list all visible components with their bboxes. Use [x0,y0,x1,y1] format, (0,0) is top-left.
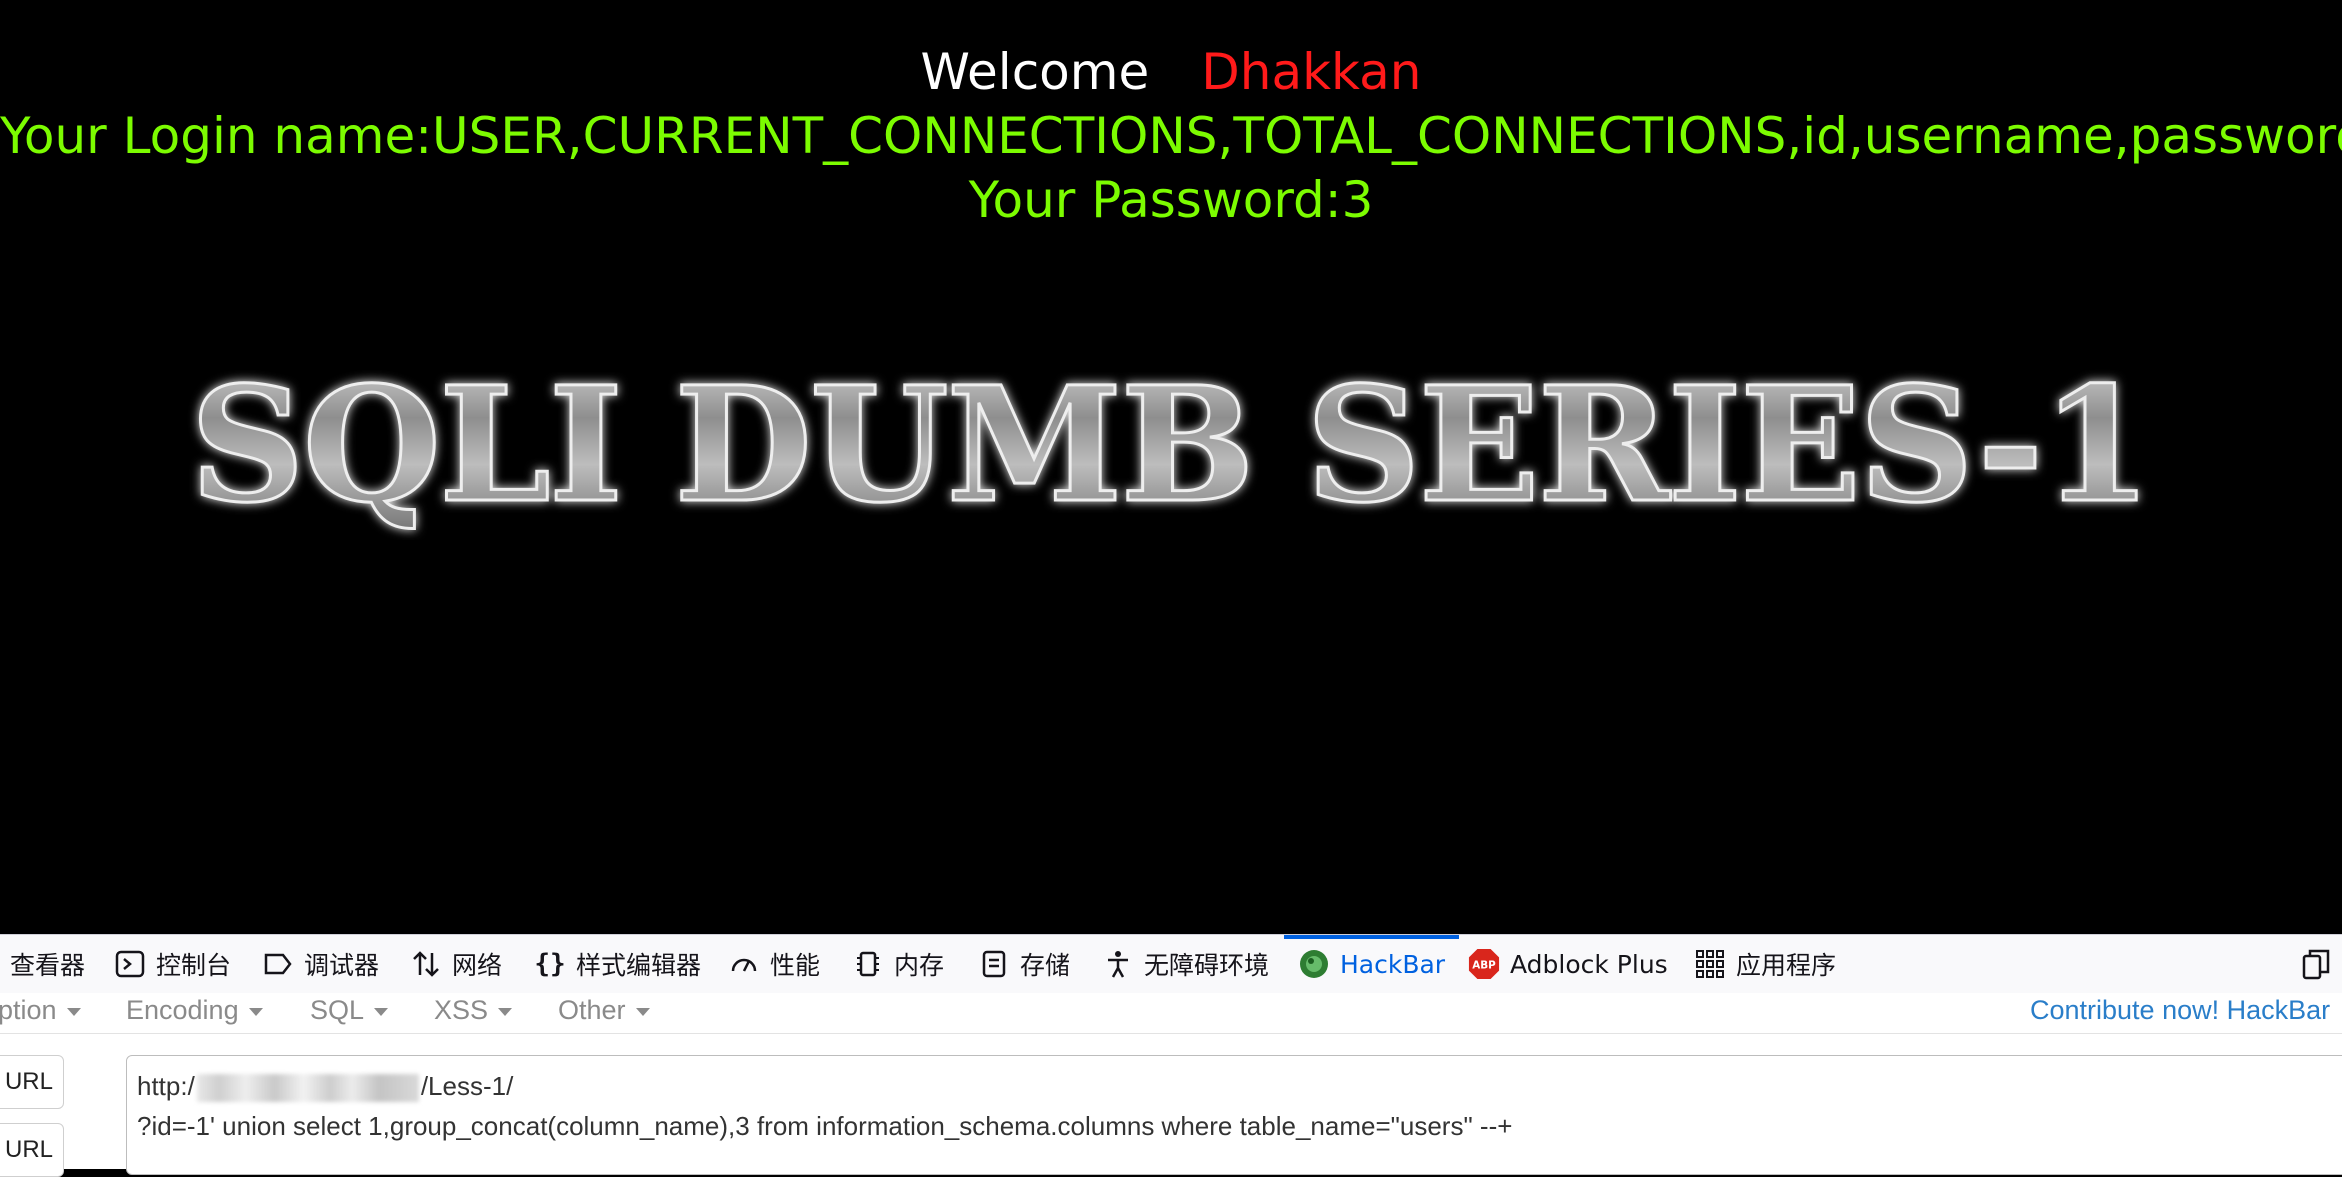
welcome-name: Dhakkan [1201,43,1422,101]
other-menu[interactable]: Other [558,995,650,1026]
sqli-banner-image: SQLI DUMB SERIES-1 [189,352,2154,540]
chevron-down-icon [248,1007,263,1016]
chevron-down-icon [374,1007,389,1016]
abp-icon: ABP [1468,948,1500,980]
login-name-line: Your Login name:USER,CURRENT_CONNECTIONS… [0,107,2342,165]
tab-console[interactable]: 控制台 [114,935,231,993]
dock-options-icon[interactable] [2300,948,2332,980]
url-line-1: http://Less-1/ [137,1071,514,1103]
chevron-down-icon [635,1007,650,1016]
tab-network[interactable]: 网络 [410,935,502,993]
hackbar-menu: ption Encoding SQL XSS Other Contribute … [0,993,2342,1034]
tab-label: 调试器 [304,951,380,980]
debugger-icon [262,948,294,980]
application-icon [1694,948,1726,980]
hackbar-icon [1298,948,1330,980]
style-editor-icon: {} [534,949,566,979]
encryption-menu[interactable]: ption [0,995,81,1026]
accessibility-icon [1102,948,1134,980]
welcome-label: Welcome [920,43,1150,101]
tab-memory[interactable]: 内存 [852,935,944,993]
memory-icon [852,948,884,980]
load-url-button[interactable]: oad URL [0,1055,64,1109]
chevron-down-icon [66,1007,81,1016]
tab-label: Adblock Plus [1510,949,1668,979]
network-icon [410,948,442,980]
tab-performance[interactable]: 性能 [728,935,820,993]
devtools-panel: 查看器 控制台 调试器 网络 {} 样式编辑器 性能 内存 存储 无障碍环境 H… [0,934,2342,1177]
url-line-2: ?id=-1' union select 1,group_concat(colu… [137,1111,1513,1141]
tab-inspector[interactable]: 查看器 [10,935,85,993]
tab-label: 控制台 [156,951,232,980]
storage-icon [978,948,1010,980]
console-icon [114,948,146,980]
sql-menu[interactable]: SQL [310,995,389,1026]
devtools-tabbar: 查看器 控制台 调试器 网络 {} 样式编辑器 性能 内存 存储 无障碍环境 H… [0,935,2342,994]
password-line: Your Password:3 [968,171,1374,229]
tab-label: 应用程序 [1736,951,1837,980]
tab-debugger[interactable]: 调试器 [262,935,379,993]
tab-label: 查看器 [10,951,86,980]
split-url-button[interactable]: plit URL [0,1123,64,1177]
tab-label: 网络 [452,951,503,980]
tab-accessibility[interactable]: 无障碍环境 [1102,935,1269,993]
welcome-line: Welcome Dhakkan [0,40,2342,104]
tab-storage[interactable]: 存储 [978,935,1070,993]
banner-text: SQLI DUMB SERIES-1 [190,353,2150,538]
tab-label: 存储 [1020,951,1071,980]
redacted-host [196,1074,419,1103]
svg-text:ABP: ABP [1472,960,1496,972]
tab-label: 性能 [770,951,821,980]
tab-style-editor[interactable]: {} 样式编辑器 [534,935,701,993]
web-page: Welcome Dhakkan Your Login name:USER,CURR… [0,0,2342,934]
xss-menu[interactable]: XSS [434,995,513,1026]
url-textarea[interactable]: http://Less-1/ ?id=-1' union select 1,gr… [126,1055,2342,1175]
tab-label: 样式编辑器 [576,951,702,980]
performance-icon [728,948,760,980]
tab-hackbar[interactable]: HackBar [1283,935,1460,993]
encoding-menu[interactable]: Encoding [126,995,263,1026]
tab-adblock-plus[interactable]: ABP Adblock Plus [1468,935,1668,993]
chevron-down-icon [498,1007,513,1016]
tab-label: 内存 [894,951,945,980]
tab-label: 无障碍环境 [1144,951,1270,980]
tab-label: HackBar [1340,949,1446,979]
tab-application[interactable]: 应用程序 [1694,935,1836,993]
contribute-link[interactable]: Contribute now! HackBar [2030,995,2330,1026]
